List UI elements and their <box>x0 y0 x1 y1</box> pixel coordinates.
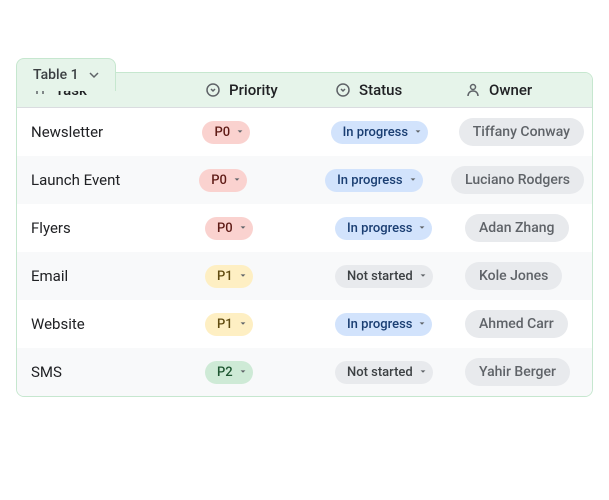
status-cell: Not started <box>327 265 457 288</box>
owner-chip[interactable]: Kole Jones <box>465 262 562 290</box>
priority-value: P1 <box>217 317 233 332</box>
task-cell[interactable]: Email <box>17 267 197 285</box>
table-tab[interactable]: Table 1 <box>16 58 116 91</box>
task-cell[interactable]: Website <box>17 315 197 333</box>
table-row: SMS P2 Not started Yahir Berger <box>17 348 592 396</box>
table-container: Task Priority Status Owner NewsletterP0I… <box>16 72 593 397</box>
person-icon <box>465 82 481 98</box>
priority-value: P0 <box>217 221 233 236</box>
owner-cell: Adan Zhang <box>457 214 592 242</box>
priority-value: P2 <box>217 365 233 380</box>
column-header-priority[interactable]: Priority <box>197 81 327 99</box>
status-chip[interactable]: In progress <box>331 121 428 144</box>
table-body: Newsletter P0 In progress Tiffany Conway Lau… <box>17 108 592 396</box>
task-cell[interactable]: Flyers <box>17 219 197 237</box>
chevron-down-icon <box>239 224 247 232</box>
chevron-down-icon <box>414 128 422 136</box>
chevron-down-icon <box>239 272 247 280</box>
priority-chip[interactable]: P0 <box>202 121 250 144</box>
table-row: Email P1 Not started Kole Jones <box>17 252 592 300</box>
owner-name: Tiffany Conway <box>473 124 570 140</box>
task-cell[interactable]: Newsletter <box>17 123 194 141</box>
task-name: Newsletter <box>31 123 103 141</box>
owner-name: Ahmed Carr <box>479 316 554 332</box>
task-name: Website <box>31 315 85 333</box>
chevron-down-icon <box>89 70 99 80</box>
status-chip[interactable]: In progress <box>335 217 432 240</box>
priority-chip[interactable]: P2 <box>205 361 253 384</box>
task-cell[interactable]: Launch Event <box>17 171 191 189</box>
status-cell: In progress <box>317 169 443 192</box>
chevron-down-icon <box>409 176 417 184</box>
owner-name: Yahir Berger <box>479 364 556 380</box>
task-name: Flyers <box>31 219 71 237</box>
status-cell: In progress <box>327 217 457 240</box>
task-name: Email <box>31 267 68 285</box>
column-header-label: Priority <box>229 81 278 99</box>
task-name: SMS <box>31 363 62 381</box>
status-chip[interactable]: In progress <box>335 313 432 336</box>
owner-chip[interactable]: Yahir Berger <box>465 358 570 386</box>
status-chip[interactable]: Not started <box>335 265 433 288</box>
owner-name: Luciano Rodgers <box>465 172 570 188</box>
owner-cell: Yahir Berger <box>457 358 592 386</box>
status-value: In progress <box>347 317 412 332</box>
dropdown-circle-icon <box>205 82 221 98</box>
task-name: Launch Event <box>31 171 120 189</box>
chevron-down-icon <box>233 176 241 184</box>
status-cell: In progress <box>323 121 451 144</box>
owner-cell: Kole Jones <box>457 262 592 290</box>
priority-chip[interactable]: P1 <box>205 313 253 336</box>
priority-cell: P1 <box>197 265 327 288</box>
status-chip[interactable]: Not started <box>335 361 433 384</box>
table-tab-label: Table 1 <box>33 67 79 83</box>
status-value: Not started <box>347 365 413 380</box>
owner-cell: Ahmed Carr <box>457 310 592 338</box>
dropdown-circle-icon <box>335 82 351 98</box>
priority-value: P1 <box>217 269 233 284</box>
status-value: In progress <box>337 173 402 188</box>
priority-value: P0 <box>214 125 230 140</box>
owner-chip[interactable]: Ahmed Carr <box>465 310 568 338</box>
chevron-down-icon <box>236 128 244 136</box>
priority-value: P0 <box>211 173 227 188</box>
column-header-label: Status <box>359 81 402 99</box>
owner-chip[interactable]: Tiffany Conway <box>459 118 584 146</box>
task-cell[interactable]: SMS <box>17 363 197 381</box>
chevron-down-icon <box>239 320 247 328</box>
table-row: Website P1 In progress Ahmed Carr <box>17 300 592 348</box>
chevron-down-icon <box>418 224 426 232</box>
chevron-down-icon <box>239 368 247 376</box>
priority-cell: P1 <box>197 313 327 336</box>
priority-chip[interactable]: P0 <box>199 169 247 192</box>
priority-chip[interactable]: P0 <box>205 217 253 240</box>
priority-cell: P0 <box>191 169 317 192</box>
owner-cell: Luciano Rodgers <box>443 166 592 194</box>
owner-name: Adan Zhang <box>479 220 555 236</box>
table-row: Newsletter P0 In progress Tiffany Conway <box>17 108 592 156</box>
owner-cell: Tiffany Conway <box>451 118 592 146</box>
owner-chip[interactable]: Luciano Rodgers <box>451 166 584 194</box>
status-cell: In progress <box>327 313 457 336</box>
column-header-owner[interactable]: Owner <box>457 81 592 99</box>
status-value: In progress <box>343 125 408 140</box>
status-value: Not started <box>347 269 413 284</box>
chevron-down-icon <box>419 368 427 376</box>
chevron-down-icon <box>419 272 427 280</box>
table-row: Flyers P0 In progress Adan Zhang <box>17 204 592 252</box>
status-chip[interactable]: In progress <box>325 169 422 192</box>
priority-cell: P2 <box>197 361 327 384</box>
status-value: In progress <box>347 221 412 236</box>
priority-cell: P0 <box>197 217 327 240</box>
column-header-status[interactable]: Status <box>327 81 457 99</box>
column-header-label: Owner <box>489 81 532 99</box>
owner-chip[interactable]: Adan Zhang <box>465 214 569 242</box>
priority-chip[interactable]: P1 <box>205 265 253 288</box>
table-row: Launch Event P0 In progress Luciano Rodgers <box>17 156 592 204</box>
chevron-down-icon <box>418 320 426 328</box>
priority-cell: P0 <box>194 121 322 144</box>
status-cell: Not started <box>327 361 457 384</box>
owner-name: Kole Jones <box>479 268 548 284</box>
